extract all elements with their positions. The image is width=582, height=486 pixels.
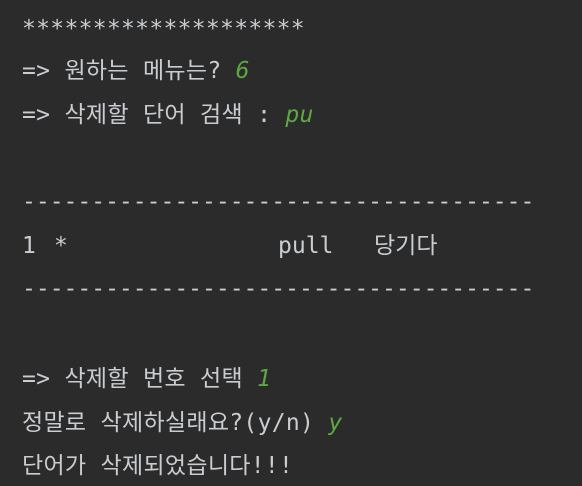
menu-input: 6 [235, 58, 250, 84]
result-index: 1 [22, 233, 36, 259]
confirm-prompt: 정말로 삭제하실래요?(y/n) [22, 410, 329, 436]
result-meaning: 당기다 [374, 233, 438, 259]
confirm-prompt-line: 정말로 삭제하실래요?(y/n) y [22, 408, 342, 438]
stars-separator: ******************** [22, 16, 305, 42]
rule-top: ------------------------------------- [22, 189, 534, 215]
menu-prompt-line: => 원하는 메뉴는? 6 [22, 56, 250, 86]
result-word: pull [278, 233, 334, 259]
done-message: 단어가 삭제되었습니다!!! [22, 453, 294, 479]
console-output: ******************** => 원하는 메뉴는? 6 => 삭제… [0, 0, 582, 486]
select-prompt-line: => 삭제할 번호 선택 1 [22, 364, 271, 394]
search-prompt-line: => 삭제할 단어 검색 : pu [22, 100, 314, 130]
rule-bottom: ------------------------------------- [22, 276, 534, 302]
select-prompt: => 삭제할 번호 선택 [22, 366, 258, 392]
result-marker: * [54, 233, 68, 259]
search-input: pu [285, 102, 314, 128]
search-prompt: => 삭제할 단어 검색 : [22, 102, 286, 128]
select-input: 1 [257, 366, 272, 392]
confirm-input: y [328, 410, 343, 436]
menu-prompt: => 원하는 메뉴는? [22, 58, 236, 84]
